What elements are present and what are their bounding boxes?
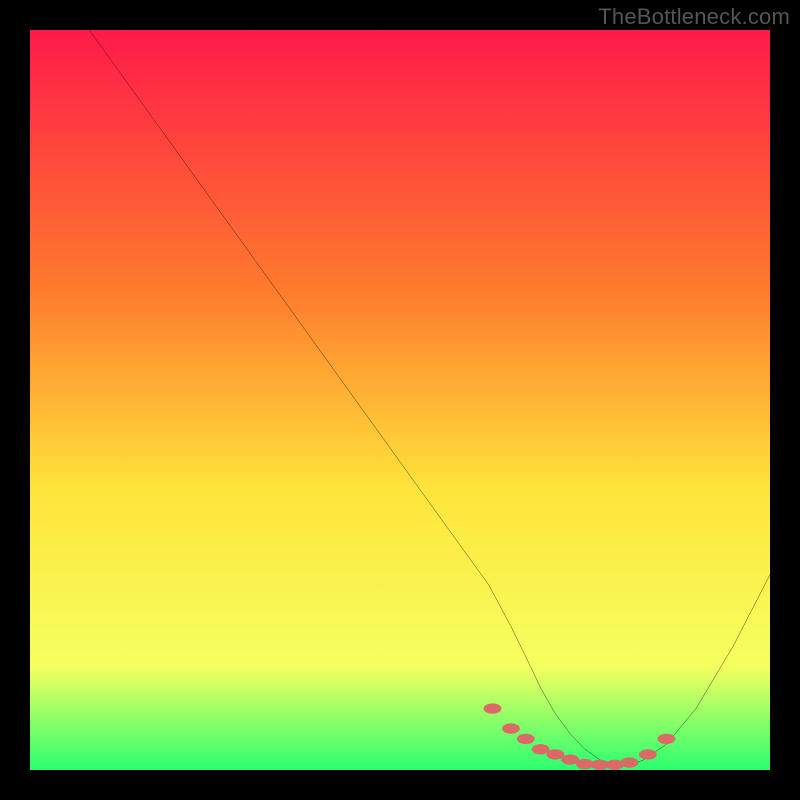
gradient-rect — [30, 30, 770, 770]
marker-dot — [547, 749, 565, 759]
marker-dot — [517, 734, 535, 744]
marker-dot — [532, 744, 550, 754]
marker-dot — [639, 749, 657, 759]
marker-dot — [621, 757, 639, 767]
marker-dot — [606, 760, 624, 770]
marker-dot — [484, 703, 502, 713]
marker-dot — [658, 734, 676, 744]
chart-svg — [30, 30, 770, 770]
marker-dot — [502, 723, 520, 733]
plot-area — [30, 30, 770, 770]
watermark-text: TheBottleneck.com — [598, 4, 790, 30]
